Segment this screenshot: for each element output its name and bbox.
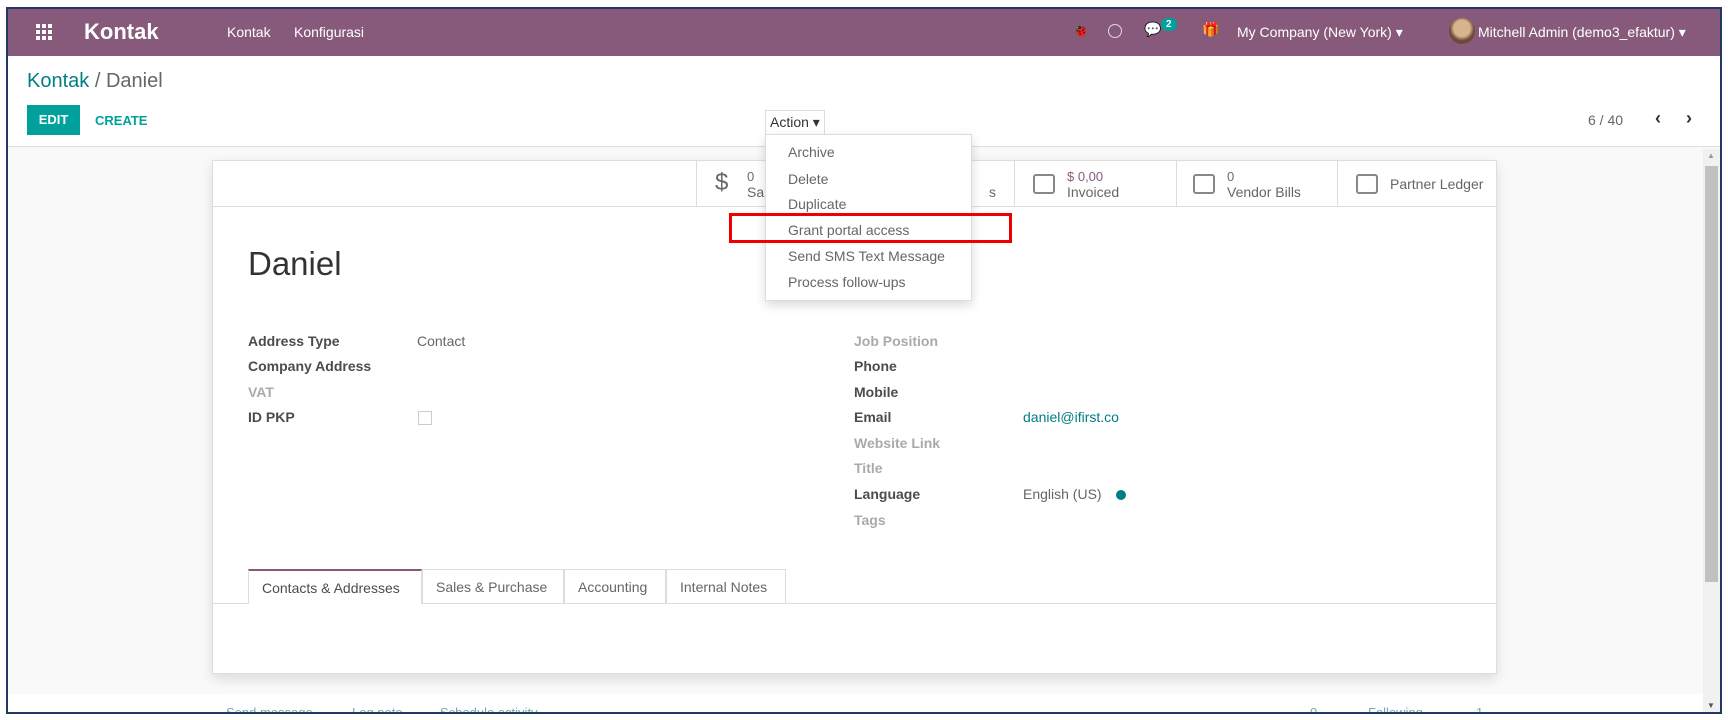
vendor-bills-button[interactable]: 0 Vendor Bills — [1176, 161, 1337, 207]
menu-konfigurasi[interactable]: Konfigurasi — [294, 24, 364, 40]
action-duplicate[interactable]: Duplicate — [788, 196, 846, 212]
avatar[interactable] — [1449, 18, 1475, 44]
field-label-website: Website Link — [854, 435, 941, 451]
following-button[interactable]: Following — [1368, 705, 1423, 712]
action-label: Action — [770, 114, 809, 130]
partner-ledger-label: Partner Ledger — [1390, 176, 1484, 192]
breadcrumb-current: Daniel — [105, 70, 163, 92]
tab-sales-purchase[interactable]: Sales & Purchase — [422, 569, 564, 604]
record-name: Daniel — [248, 245, 342, 282]
partner-ledger-button[interactable]: Partner Ledger — [1337, 161, 1498, 207]
debug-bug-icon[interactable]: 🐞 — [1072, 22, 1089, 39]
globe-icon[interactable] — [1116, 490, 1126, 500]
field-label-tags: Tags — [854, 512, 886, 528]
chatter-bar: Send message Log note Schedule activity … — [8, 694, 1703, 712]
field-label-id-pkp: ID PKP — [248, 409, 295, 425]
field-label-phone: Phone — [854, 358, 897, 374]
edit-pencil-icon — [1033, 174, 1055, 194]
field-value-language[interactable]: English (US) — [1023, 486, 1102, 502]
invoiced-label: Invoiced — [1067, 184, 1120, 200]
schedule-activity-button[interactable]: Schedule activity — [440, 705, 538, 712]
action-send-sms[interactable]: Send SMS Text Message — [788, 248, 945, 264]
sales-label: Sa — [747, 184, 765, 200]
scrollbar-thumb[interactable] — [1705, 166, 1718, 582]
edit-pencil-icon — [1193, 174, 1215, 194]
navbar: Kontak Kontak Konfigurasi 🐞 💬 2 🎁 My Com… — [8, 9, 1720, 56]
field-label-vat: VAT — [248, 384, 274, 400]
pager-value[interactable]: 6 / 40 — [1588, 112, 1623, 128]
edit-button[interactable]: EDIT — [27, 105, 80, 135]
field-label-address-type: Address Type — [248, 333, 340, 349]
field-label-company-address: Company Address — [248, 358, 372, 374]
highlight-box — [729, 213, 1012, 243]
log-note-button[interactable]: Log note — [352, 705, 403, 712]
field-value-address-type[interactable]: Contact — [417, 333, 465, 349]
action-delete[interactable]: Delete — [788, 171, 828, 187]
chat-badge: 2 — [1161, 18, 1177, 31]
breadcrumb-separator: / — [94, 70, 101, 92]
field-label-mobile: Mobile — [854, 384, 899, 400]
pager-next-button[interactable]: › — [1686, 108, 1692, 129]
scroll-down-arrow[interactable]: ▼ — [1707, 701, 1715, 710]
invoiced-amount: $ 0,00 — [1067, 169, 1104, 184]
email-link[interactable]: daniel@ifirst.co — [1023, 409, 1119, 425]
vendor-bills-count: 0 — [1227, 169, 1235, 184]
scrollbar[interactable]: ▲ ▼ — [1703, 149, 1720, 712]
company-switcher[interactable]: My Company (New York) ▾ — [1237, 24, 1403, 41]
field-label-language: Language — [854, 486, 921, 502]
window: Kontak Kontak Konfigurasi 🐞 💬 2 🎁 My Com… — [6, 7, 1722, 714]
pager-previous-button[interactable]: ‹ — [1655, 108, 1661, 129]
breadcrumb-kontak[interactable]: Kontak — [27, 70, 89, 92]
vendor-bills-label: Vendor Bills — [1227, 184, 1301, 200]
field-label-job-position: Job Position — [854, 333, 938, 349]
dollar-icon: $ — [715, 169, 729, 196]
field-label-email: Email — [854, 409, 892, 425]
invoiced-button[interactable]: $ 0,00 Invoiced — [1014, 161, 1176, 207]
edit-pencil-icon — [1356, 174, 1378, 194]
activity-clock-icon[interactable] — [1108, 24, 1122, 38]
tab-contacts-addresses[interactable]: Contacts & Addresses — [248, 569, 422, 604]
breadcrumb: Kontak / Daniel — [27, 70, 163, 93]
tab-internal-notes[interactable]: Internal Notes — [666, 569, 786, 604]
user-name: Mitchell Admin (demo3_efaktur) — [1478, 24, 1675, 40]
sales-count: 0 — [747, 169, 755, 184]
gift-icon[interactable]: 🎁 — [1202, 21, 1219, 38]
user-menu[interactable]: Mitchell Admin (demo3_efaktur) ▾ — [1478, 24, 1686, 41]
action-archive[interactable]: Archive — [788, 144, 835, 160]
field-label-title: Title — [854, 460, 883, 476]
menu-kontak[interactable]: Kontak — [227, 24, 271, 40]
apps-menu-icon[interactable] — [36, 24, 52, 40]
id-pkp-checkbox[interactable] — [418, 411, 432, 425]
create-button[interactable]: CREATE — [95, 113, 147, 128]
action-process-follow-ups[interactable]: Process follow-ups — [788, 274, 906, 290]
attachments-count[interactable]: 0 — [1310, 705, 1317, 712]
followers-count[interactable]: 1 — [1476, 705, 1483, 712]
smart-button-2-label: s — [989, 184, 996, 200]
app-title: Kontak — [84, 19, 159, 44]
scroll-up-arrow[interactable]: ▲ — [1707, 151, 1715, 160]
action-dropdown-button[interactable]: Action ▾ — [765, 110, 825, 135]
chat-icon[interactable]: 💬 — [1144, 21, 1161, 38]
send-message-button[interactable]: Send message — [226, 705, 313, 712]
company-name: My Company (New York) — [1237, 24, 1392, 40]
tab-accounting[interactable]: Accounting — [564, 569, 666, 604]
